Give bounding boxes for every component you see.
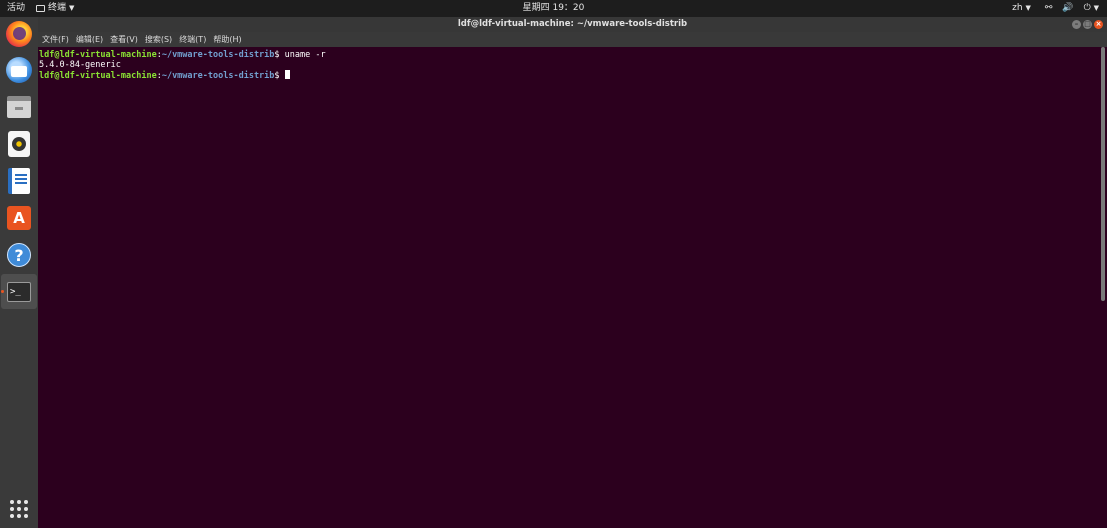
scrollbar-thumb[interactable] — [1101, 47, 1105, 301]
dock-thunderbird[interactable] — [4, 55, 34, 85]
menu-view[interactable]: 查看(V) — [110, 32, 138, 47]
dock-show-applications[interactable] — [4, 494, 34, 524]
writer-icon — [8, 168, 30, 194]
app-grid-icon — [10, 500, 28, 518]
files-icon — [7, 96, 31, 118]
text-cursor — [284, 70, 290, 79]
prompt-user: ldf@ldf-virtual-machine — [39, 71, 157, 81]
window-titlebar[interactable]: ldf@ldf-virtual-machine: ~/vmware-tools-… — [38, 17, 1107, 32]
dock-writer[interactable] — [4, 166, 34, 196]
network-icon[interactable]: ⚯ — [1045, 0, 1053, 17]
menu-help[interactable]: 帮助(H) — [213, 32, 241, 47]
system-tray: zh ▼ ⚯ 🔊 ⏻ ▼ — [1012, 0, 1099, 17]
clock-container: 星期四 19：20 — [0, 0, 1107, 17]
menu-search[interactable]: 搜索(S) — [145, 32, 172, 47]
input-method-label: zh — [1012, 3, 1023, 13]
power-menu[interactable]: ⏻ ▼ — [1084, 0, 1099, 17]
terminal-output[interactable]: ldf@ldf-virtual-machine:~/vmware-tools-d… — [38, 47, 1096, 528]
prompt-user: ldf@ldf-virtual-machine — [39, 50, 157, 60]
input-method-menu[interactable]: zh ▼ — [1012, 0, 1031, 17]
terminal-line: ldf@ldf-virtual-machine:~/vmware-tools-d… — [39, 50, 1096, 60]
chevron-down-icon: ▼ — [1025, 4, 1031, 12]
dock-rhythmbox[interactable] — [4, 129, 34, 159]
terminal-icon: >_ — [7, 281, 31, 302]
terminal-line: ldf@ldf-virtual-machine:~/vmware-tools-d… — [39, 70, 1096, 81]
terminal-window: ldf@ldf-virtual-machine: ~/vmware-tools-… — [38, 17, 1107, 528]
volume-icon[interactable]: 🔊 — [1062, 0, 1073, 17]
top-bar: 活动 终端 ▼ 星期四 19：20 zh ▼ ⚯ 🔊 ⏻ ▼ — [0, 0, 1107, 17]
prompt-path: ~/vmware-tools-distrib — [161, 50, 275, 60]
menu-bar: 文件(F) 编辑(E) 查看(V) 搜索(S) 终端(T) 帮助(H) — [38, 32, 1107, 47]
dock-files[interactable] — [4, 92, 34, 122]
window-title: ldf@ldf-virtual-machine: ~/vmware-tools-… — [457, 19, 688, 29]
help-icon: ? — [7, 243, 31, 267]
thunderbird-icon — [6, 57, 32, 83]
window-controls: – □ × — [1072, 20, 1103, 29]
dock-software[interactable]: A — [4, 203, 34, 233]
minimize-button[interactable]: – — [1072, 20, 1081, 29]
prompt-path: ~/vmware-tools-distrib — [161, 71, 275, 81]
dock: A ? >_ — [0, 17, 38, 528]
clock[interactable]: 星期四 19：20 — [523, 3, 585, 13]
terminal-line: 5.4.0-84-generic — [39, 60, 1096, 70]
firefox-icon — [6, 21, 32, 47]
prompt-symbol: $ — [274, 50, 285, 60]
rhythmbox-icon — [8, 131, 30, 157]
chevron-down-icon: ▼ — [1093, 4, 1099, 12]
prompt-symbol: $ — [274, 71, 285, 81]
close-button[interactable]: × — [1094, 20, 1103, 29]
software-icon: A — [7, 206, 31, 230]
dock-firefox[interactable] — [4, 19, 34, 49]
menu-file[interactable]: 文件(F) — [42, 32, 69, 47]
terminal-scrollbar[interactable] — [1097, 47, 1107, 528]
menu-terminal[interactable]: 终端(T) — [179, 32, 206, 47]
menu-edit[interactable]: 编辑(E) — [76, 32, 103, 47]
dock-help[interactable]: ? — [4, 240, 34, 270]
running-indicator — [1, 290, 4, 293]
command-text: uname -r — [284, 50, 326, 60]
command-output: 5.4.0-84-generic — [39, 60, 121, 70]
power-icon: ⏻ — [1083, 3, 1091, 13]
dock-terminal[interactable]: >_ — [1, 274, 37, 309]
maximize-button[interactable]: □ — [1083, 20, 1092, 29]
